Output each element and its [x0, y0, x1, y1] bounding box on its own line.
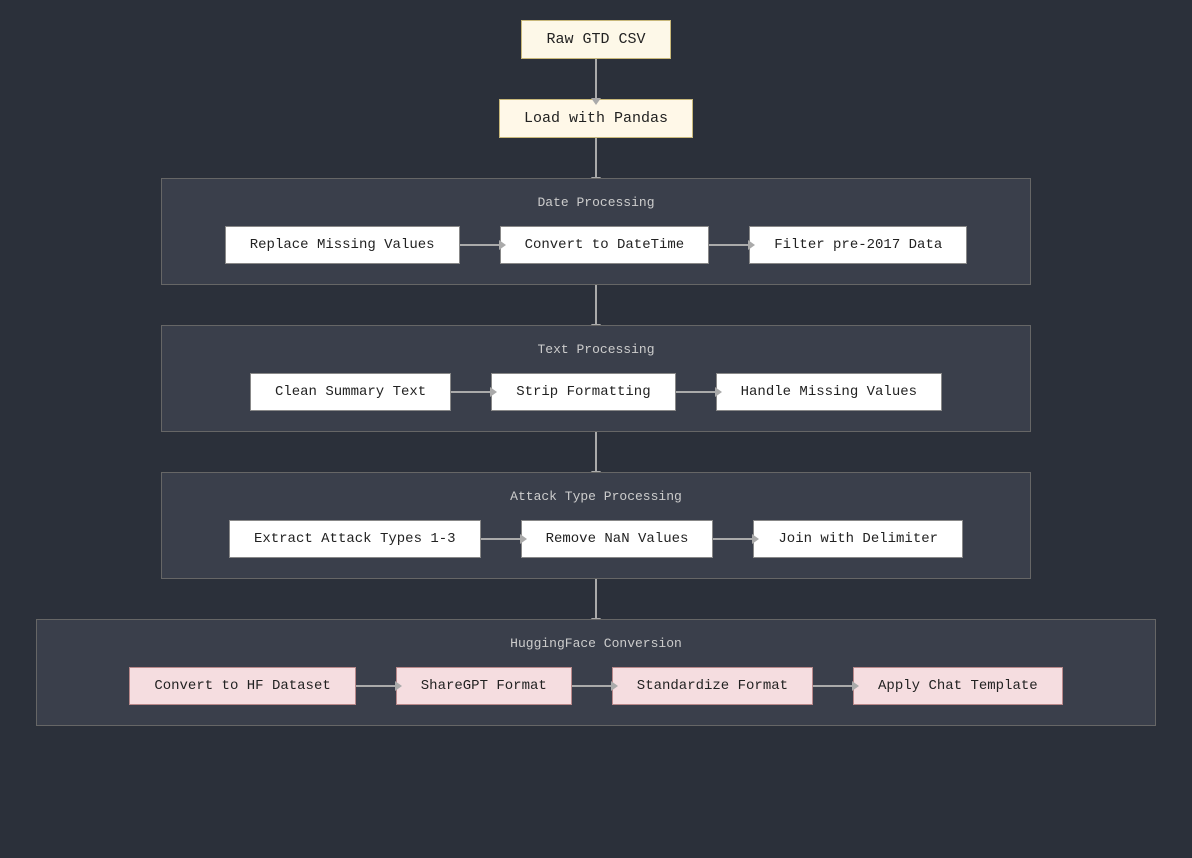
huggingface-row: Convert to HF Dataset ShareGPT Format St… — [57, 667, 1135, 705]
arrow-hf-2 — [572, 685, 612, 687]
attack-type-group: Attack Type Processing Extract Attack Ty… — [161, 472, 1031, 579]
flowchart: Raw GTD CSV Load with Pandas Date Proces… — [0, 20, 1192, 726]
huggingface-group: HuggingFace Conversion Convert to HF Dat… — [36, 619, 1156, 726]
replace-missing-values-node: Replace Missing Values — [225, 226, 460, 264]
filter-pre2017-node: Filter pre-2017 Data — [749, 226, 967, 264]
arrow-tp-2 — [676, 391, 716, 393]
arrow-at-1 — [481, 538, 521, 540]
sharegpt-format-node: ShareGPT Format — [396, 667, 572, 705]
date-processing-title: Date Processing — [182, 195, 1010, 210]
text-processing-group: Text Processing Clean Summary Text Strip… — [161, 325, 1031, 432]
extract-attack-types-node: Extract Attack Types 1-3 — [229, 520, 481, 558]
convert-hf-dataset-node: Convert to HF Dataset — [129, 667, 355, 705]
arrow-dp-1 — [460, 244, 500, 246]
arrow-3 — [595, 285, 597, 325]
text-processing-row: Clean Summary Text Strip Formatting Hand… — [182, 373, 1010, 411]
apply-chat-template-node: Apply Chat Template — [853, 667, 1063, 705]
text-processing-title: Text Processing — [182, 342, 1010, 357]
arrow-dp-2 — [709, 244, 749, 246]
huggingface-title: HuggingFace Conversion — [57, 636, 1135, 651]
convert-datetime-node: Convert to DateTime — [500, 226, 710, 264]
date-processing-row: Replace Missing Values Convert to DateTi… — [182, 226, 1010, 264]
strip-formatting-node: Strip Formatting — [491, 373, 675, 411]
raw-gtd-csv-node: Raw GTD CSV — [521, 20, 670, 59]
arrow-at-2 — [713, 538, 753, 540]
clean-summary-text-node: Clean Summary Text — [250, 373, 451, 411]
arrow-2 — [595, 138, 597, 178]
arrow-hf-1 — [356, 685, 396, 687]
arrow-hf-3 — [813, 685, 853, 687]
remove-nan-values-node: Remove NaN Values — [521, 520, 714, 558]
arrow-4 — [595, 432, 597, 472]
date-processing-group: Date Processing Replace Missing Values C… — [161, 178, 1031, 285]
arrow-1 — [595, 59, 597, 99]
standardize-format-node: Standardize Format — [612, 667, 813, 705]
handle-missing-values-node: Handle Missing Values — [716, 373, 942, 411]
arrow-5 — [595, 579, 597, 619]
join-with-delimiter-node: Join with Delimiter — [753, 520, 963, 558]
arrow-tp-1 — [451, 391, 491, 393]
attack-type-title: Attack Type Processing — [182, 489, 1010, 504]
attack-type-row: Extract Attack Types 1-3 Remove NaN Valu… — [182, 520, 1010, 558]
